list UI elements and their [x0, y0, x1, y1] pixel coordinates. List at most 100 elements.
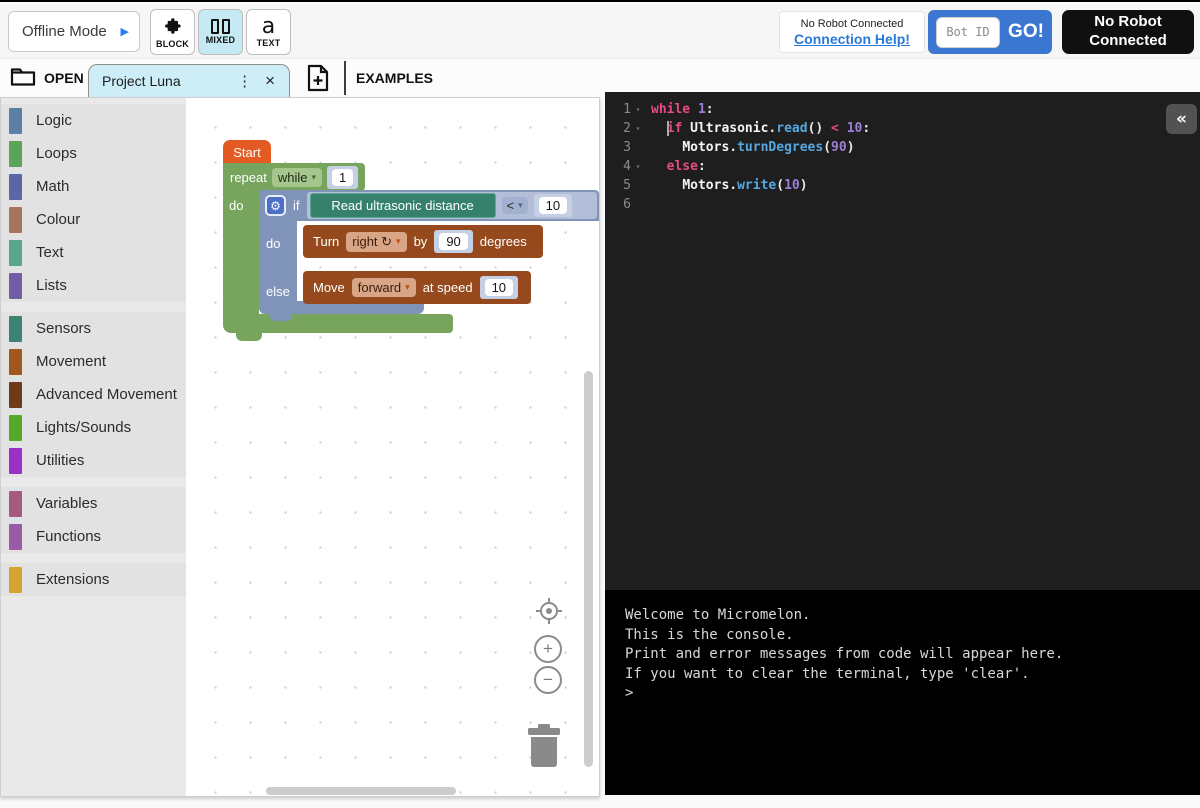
- category-variables[interactable]: Variables: [1, 487, 186, 520]
- mode-select-dropdown[interactable]: Offline Mode ▶: [8, 11, 140, 52]
- view-mode-block-label: BLOCK: [156, 39, 189, 49]
- category-color-strip: [9, 207, 22, 233]
- category-label: Sensors: [36, 320, 91, 337]
- category-label: Variables: [36, 495, 97, 512]
- category-utilities[interactable]: Utilities: [1, 444, 186, 477]
- code-panel: « 1 ▾ while 1: 2 ▾ if Ultrasonic.read() …: [605, 92, 1200, 795]
- fold-caret-icon[interactable]: ▾: [631, 124, 645, 133]
- turn-degrees-field[interactable]: 90: [439, 233, 467, 250]
- repeat-block-bottom[interactable]: [223, 314, 453, 333]
- code-text: Motors.turnDegrees(90): [651, 140, 855, 155]
- category-label: Extensions: [36, 571, 109, 588]
- center-blocks-button[interactable]: [534, 596, 564, 626]
- category-colour[interactable]: Colour: [1, 203, 186, 236]
- connection-help-link[interactable]: Connection Help!: [794, 31, 910, 47]
- bot-id-input[interactable]: [936, 17, 1000, 48]
- zoom-out-button[interactable]: −: [534, 666, 562, 694]
- line-number: 2: [605, 121, 631, 136]
- view-mode-mixed-button[interactable]: MIXED: [198, 9, 243, 55]
- console-line: Welcome to Micromelon.: [625, 606, 1200, 626]
- start-block[interactable]: Start: [223, 140, 271, 164]
- threshold-field[interactable]: 10: [539, 197, 567, 214]
- tab-bar-divider: [344, 61, 346, 95]
- console-output[interactable]: Welcome to Micromelon. This is the conso…: [605, 590, 1200, 795]
- category-color-strip: [9, 349, 22, 375]
- category-label: Lights/Sounds: [36, 419, 131, 436]
- letter-a-icon: a: [262, 17, 275, 37]
- fold-caret-icon[interactable]: ▾: [631, 162, 645, 171]
- category-logic[interactable]: Logic: [1, 104, 186, 137]
- category-sensors[interactable]: Sensors: [1, 312, 186, 345]
- view-mode-block-button[interactable]: BLOCK: [150, 9, 195, 55]
- line-number: 1: [605, 102, 631, 117]
- view-mode-mixed-label: MIXED: [206, 35, 236, 45]
- category-color-strip: [9, 382, 22, 408]
- code-line-5: 5 Motors.write(10): [605, 176, 1200, 195]
- if-block-notch: [270, 314, 292, 321]
- trash-icon[interactable]: [525, 724, 563, 773]
- read-ultrasonic-block[interactable]: Read ultrasonic distance: [310, 193, 496, 218]
- category-movement[interactable]: Movement: [1, 345, 186, 378]
- tab-close-icon[interactable]: ×: [261, 71, 279, 91]
- category-lists[interactable]: Lists: [1, 269, 186, 302]
- view-mode-text-button[interactable]: a TEXT: [246, 9, 291, 55]
- tab-title: Project Luna: [102, 73, 228, 89]
- mode-select-label: Offline Mode: [22, 23, 121, 40]
- canvas-horizontal-scrollbar[interactable]: [266, 787, 456, 795]
- turn-label: Turn: [313, 234, 339, 249]
- connect-group: GO!: [928, 10, 1052, 54]
- tab-menu-icon[interactable]: ⋮: [228, 72, 261, 90]
- category-lights-sounds[interactable]: Lights/Sounds: [1, 411, 186, 444]
- if-do-label: do: [266, 236, 280, 251]
- canvas-vertical-scrollbar[interactable]: [584, 371, 593, 767]
- split-panels-icon: [211, 19, 230, 34]
- new-project-button[interactable]: [302, 65, 334, 95]
- code-text: if Ultrasonic.read() < 10:: [651, 121, 870, 136]
- category-color-strip: [9, 316, 22, 342]
- repeat-count-field[interactable]: 1: [332, 169, 353, 186]
- open-button[interactable]: OPEN: [10, 64, 84, 92]
- move-block[interactable]: Move forward ▾ at speed 10: [303, 271, 531, 304]
- fold-caret-icon[interactable]: ▾: [631, 105, 645, 114]
- category-loops[interactable]: Loops: [1, 137, 186, 170]
- category-label: Loops: [36, 145, 77, 162]
- connection-status-text: No Robot Connected: [801, 18, 904, 30]
- move-speed-slot: 10: [480, 276, 518, 299]
- code-line-3: 3 Motors.turnDegrees(90): [605, 138, 1200, 157]
- move-speed-field[interactable]: 10: [485, 279, 513, 296]
- if-block-header[interactable]: ⚙ if Read ultrasonic distance < ▾ 10: [259, 190, 599, 221]
- turn-direction-dropdown[interactable]: right ↻ ▾: [346, 232, 406, 252]
- category-extensions[interactable]: Extensions: [1, 563, 186, 596]
- comparison-operator-dropdown[interactable]: < ▾: [502, 197, 528, 214]
- repeat-while-block[interactable]: repeat while ▾ 1: [223, 163, 365, 191]
- go-button[interactable]: GO!: [1008, 21, 1044, 43]
- examples-button[interactable]: EXAMPLES: [356, 64, 433, 92]
- code-text: else:: [651, 159, 706, 174]
- category-label: Text: [36, 244, 64, 261]
- category-color-strip: [9, 524, 22, 550]
- turn-block[interactable]: Turn right ↻ ▾ by 90 degrees: [303, 225, 543, 258]
- move-direction-dropdown[interactable]: forward ▾: [352, 278, 416, 297]
- code-line-1: 1 ▾ while 1:: [605, 100, 1200, 119]
- category-text[interactable]: Text: [1, 236, 186, 269]
- turn-degrees-slot: 90: [434, 230, 472, 253]
- turn-direction-value: right ↻: [352, 234, 392, 250]
- category-advanced-movement[interactable]: Advanced Movement: [1, 378, 186, 411]
- block-canvas[interactable]: Start repeat while ▾ 1 do ⚙ if: [186, 98, 599, 796]
- console-line: If you want to clear the terminal, type …: [625, 665, 1200, 685]
- mutator-gear-icon[interactable]: ⚙: [265, 195, 286, 216]
- category-label: Colour: [36, 211, 80, 228]
- category-label: Lists: [36, 277, 67, 294]
- code-editor[interactable]: « 1 ▾ while 1: 2 ▾ if Ultrasonic.read() …: [605, 92, 1200, 590]
- micromelon-app: Offline Mode ▶ BLOCK MIXED a TEXT No Rob…: [0, 0, 1200, 808]
- console-line: Print and error messages from code will …: [625, 645, 1200, 665]
- zoom-in-button[interactable]: +: [534, 635, 562, 663]
- connection-info-box: No Robot Connected Connection Help!: [779, 11, 925, 53]
- category-math[interactable]: Math: [1, 170, 186, 203]
- console-prompt: >: [625, 684, 1200, 704]
- condition-slot: Read ultrasonic distance < ▾ 10: [307, 192, 598, 219]
- tab-project-luna[interactable]: Project Luna ⋮ ×: [88, 64, 290, 97]
- while-dropdown[interactable]: while ▾: [272, 168, 322, 187]
- category-functions[interactable]: Functions: [1, 520, 186, 553]
- chevron-down-icon: ▾: [312, 172, 317, 183]
